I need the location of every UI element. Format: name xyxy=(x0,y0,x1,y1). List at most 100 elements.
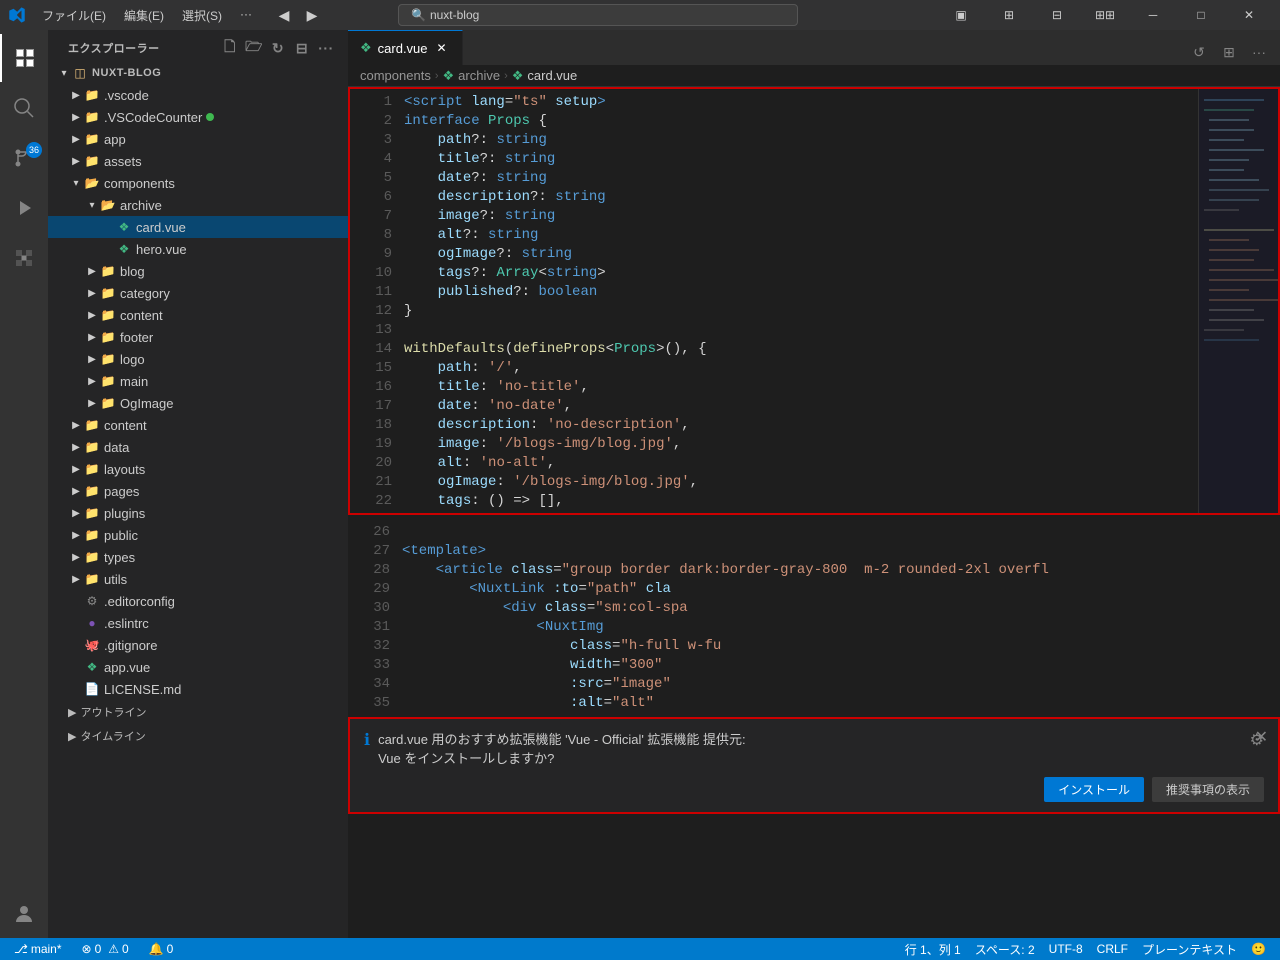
lower-code-section[interactable]: 26 27 28 29 30 31 32 33 34 35 <template>… xyxy=(348,515,1280,717)
run-activity-icon[interactable] xyxy=(0,184,48,232)
feedback-status[interactable]: 🙂 xyxy=(1245,938,1272,960)
tab-card-vue[interactable]: ❖ card.vue ✕ xyxy=(348,30,463,65)
tree-item-logo[interactable]: ▶ 📁 logo xyxy=(48,348,348,370)
spaces-status[interactable]: スペース: 2 xyxy=(969,938,1041,960)
breadcrumb-archive[interactable]: ❖ archive xyxy=(443,68,501,84)
line-number: 20 xyxy=(350,454,392,473)
code-line-27: <template> xyxy=(402,542,1280,561)
code-line-17: date: 'no-date', xyxy=(404,397,1198,416)
menu-select[interactable]: 選択(S) xyxy=(174,5,230,26)
tree-item-types[interactable]: ▶ 📁 types xyxy=(48,546,348,568)
line-number: 6 xyxy=(350,188,392,207)
tree-item-category[interactable]: ▶ 📁 category xyxy=(48,282,348,304)
line-ending-status[interactable]: CRLF xyxy=(1091,938,1134,960)
notification-status[interactable]: 🔔 0 xyxy=(143,938,180,960)
code-editor[interactable]: 1 2 3 4 5 6 7 8 9 10 11 12 13 14 15 16 1… xyxy=(348,87,1280,515)
tree-item-blog[interactable]: ▶ 📁 blog xyxy=(48,260,348,282)
customize-layout-button[interactable]: ⊞⊞ xyxy=(1082,0,1128,30)
menu-edit[interactable]: 編集(E) xyxy=(116,5,172,26)
close-button[interactable]: ✕ xyxy=(1226,0,1272,30)
menu-more[interactable]: ··· xyxy=(232,5,260,26)
tree-item-archive[interactable]: ▾ 📂 archive xyxy=(48,194,348,216)
tree-item-card-vue[interactable]: ▶ ❖ card.vue xyxy=(48,216,348,238)
errors-status[interactable]: ⊗ 0 ⚠ 0 xyxy=(76,938,135,960)
panel-toggle-button[interactable]: ⊟ xyxy=(1034,0,1080,30)
language-status[interactable]: プレーンテキスト xyxy=(1136,938,1243,960)
tree-item-label: components xyxy=(104,176,175,191)
line-number: 26 xyxy=(348,523,390,542)
tab-close-button[interactable]: ✕ xyxy=(434,40,450,56)
tree-item-app[interactable]: ▶ 📁 app xyxy=(48,128,348,150)
tree-item-gitignore[interactable]: ▶ 🐙 .gitignore xyxy=(48,634,348,656)
line-number: 32 xyxy=(348,637,390,656)
tree-item-vscode[interactable]: ▶ 📁 .vscode xyxy=(48,84,348,106)
line-number: 21 xyxy=(350,473,392,492)
install-button[interactable]: インストール xyxy=(1044,777,1144,802)
search-activity-icon[interactable] xyxy=(0,84,48,132)
tree-item-utils[interactable]: ▶ 📁 utils xyxy=(48,568,348,590)
new-file-icon[interactable]: 🗋 xyxy=(220,38,240,58)
split-editor-right-button[interactable]: ⊞ xyxy=(1216,39,1242,65)
line-number: 29 xyxy=(348,580,390,599)
tree-item-content[interactable]: ▶ 📁 content xyxy=(48,414,348,436)
show-recommendations-button[interactable]: 推奨事項の表示 xyxy=(1152,777,1264,802)
tree-item-license[interactable]: ▶ 📄 LICENSE.md xyxy=(48,678,348,700)
tree-root[interactable]: ▾ ◫ NUXT-BLOG xyxy=(48,62,348,84)
maximize-button[interactable]: □ xyxy=(1178,0,1224,30)
tree-item-label: category xyxy=(120,286,170,301)
tree-item-data[interactable]: ▶ 📁 data xyxy=(48,436,348,458)
refresh-icon[interactable]: ↻ xyxy=(268,38,288,58)
code-content[interactable]: <script lang="ts" setup> interface Props… xyxy=(400,89,1198,513)
breadcrumb-card-vue[interactable]: ❖ card.vue xyxy=(512,68,578,84)
new-folder-icon[interactable]: 🗁 xyxy=(244,38,264,58)
menu-file[interactable]: ファイル(E) xyxy=(34,5,114,26)
tree-item-content-components[interactable]: ▶ 📁 content xyxy=(48,304,348,326)
search-box[interactable]: 🔍 nuxt-blog xyxy=(398,4,798,26)
tree-item-main[interactable]: ▶ 📁 main xyxy=(48,370,348,392)
history-button[interactable]: ↺ xyxy=(1186,39,1212,65)
code-line-31: <NuxtImg xyxy=(402,618,1280,637)
explorer-activity-icon[interactable] xyxy=(0,34,48,82)
layout-toggle-button[interactable]: ▣ xyxy=(938,0,984,30)
search-text: nuxt-blog xyxy=(430,8,479,22)
timeline-section-header[interactable]: ▶ タイムライン xyxy=(48,724,348,748)
split-editor-button[interactable]: ⊞ xyxy=(986,0,1032,30)
collapse-all-icon[interactable]: ⊟ xyxy=(292,38,312,58)
tree-item-footer[interactable]: ▶ 📁 footer xyxy=(48,326,348,348)
back-button[interactable]: ◀ xyxy=(272,5,296,25)
git-branch-status[interactable]: ⎇ main* xyxy=(8,938,68,960)
tree-item-assets[interactable]: ▶ 📁 assets xyxy=(48,150,348,172)
forward-button[interactable]: ▶ xyxy=(300,5,324,25)
extensions-activity-icon[interactable] xyxy=(0,234,48,282)
tree-item-pages[interactable]: ▶ 📁 pages xyxy=(48,480,348,502)
tree-item-editorconfig[interactable]: ▶ ⚙ .editorconfig xyxy=(48,590,348,612)
account-activity-icon[interactable] xyxy=(0,890,48,938)
line-number: 1 xyxy=(350,93,392,112)
minimize-button[interactable]: ─ xyxy=(1130,0,1176,30)
outline-section-header[interactable]: ▶ アウトライン xyxy=(48,700,348,724)
tree-item-label: card.vue xyxy=(136,220,186,235)
tree-item-label: .vscode xyxy=(104,88,149,103)
tree-item-vscodecounter[interactable]: ▶ 📁 .VSCodeCounter xyxy=(48,106,348,128)
tree-item-plugins[interactable]: ▶ 📁 plugins xyxy=(48,502,348,524)
tree-item-app-vue[interactable]: ▶ ❖ app.vue xyxy=(48,656,348,678)
lower-code-content[interactable]: <template> <article class="group border … xyxy=(398,519,1280,713)
breadcrumb-components[interactable]: components xyxy=(360,68,431,83)
tree-item-ogimage[interactable]: ▶ 📁 OgImage xyxy=(48,392,348,414)
tree-item-eslintrc[interactable]: ▶ ● .eslintrc xyxy=(48,612,348,634)
tree-item-hero-vue[interactable]: ▶ ❖ hero.vue xyxy=(48,238,348,260)
tree-item-public[interactable]: ▶ 📁 public xyxy=(48,524,348,546)
account-icon[interactable] xyxy=(0,890,48,938)
notification-row: ℹ card.vue 用のおすすめ拡張機能 'Vue - Official' 拡… xyxy=(364,729,1264,767)
tree-item-components[interactable]: ▾ 📂 components xyxy=(48,172,348,194)
notification-close-button[interactable]: ✕ xyxy=(1255,727,1268,747)
line-col-status[interactable]: 行 1、列 1 xyxy=(899,938,967,960)
encoding-status[interactable]: UTF-8 xyxy=(1043,938,1089,960)
tree-item-label: content xyxy=(120,308,163,323)
tree-item-layouts[interactable]: ▶ 📁 layouts xyxy=(48,458,348,480)
more-actions-button[interactable]: ··· xyxy=(1246,39,1272,65)
code-line-14: withDefaults(defineProps<Props>(), { xyxy=(404,340,1198,359)
source-control-activity-icon[interactable]: 36 xyxy=(0,134,48,182)
folder-chevron-icon: ▶ xyxy=(68,439,84,455)
sidebar-more-icon[interactable]: ··· xyxy=(316,38,336,58)
